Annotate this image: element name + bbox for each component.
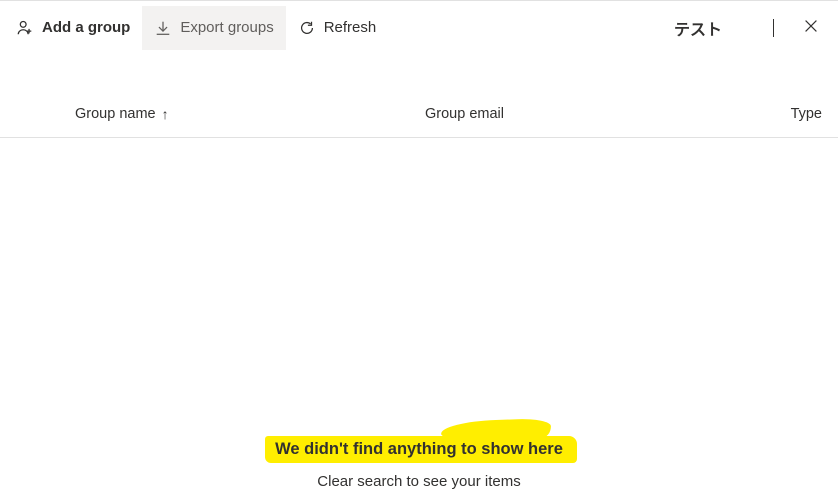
column-name-label: Group name [75,106,156,122]
close-icon [802,17,820,38]
refresh-button[interactable]: Refresh [286,6,389,50]
search-area [674,13,834,42]
column-type-label: Type [791,106,822,122]
add-group-label: Add a group [42,19,130,36]
column-header-email[interactable]: Group email [425,106,695,122]
refresh-label: Refresh [324,19,377,36]
column-headers: Group name ↑ Group email Type [0,90,838,138]
empty-state: We didn't find anything to show here Cle… [0,438,838,490]
clear-search-button[interactable] [798,13,824,42]
add-group-button[interactable]: Add a group [4,6,142,50]
export-groups-button[interactable]: Export groups [142,6,285,50]
refresh-icon [298,19,316,37]
export-groups-label: Export groups [180,19,273,36]
empty-subtext: Clear search to see your items [0,473,838,490]
column-header-name[interactable]: Group name ↑ [75,106,425,122]
sort-ascending-icon: ↑ [162,107,169,121]
search-input[interactable] [674,19,774,37]
column-email-label: Group email [425,106,504,122]
download-icon [154,19,172,37]
add-user-icon [16,19,34,37]
empty-headline: We didn't find anything to show here [271,438,567,461]
column-header-type[interactable]: Type [791,106,822,122]
toolbar: Add a group Export groups Refresh [0,0,838,54]
